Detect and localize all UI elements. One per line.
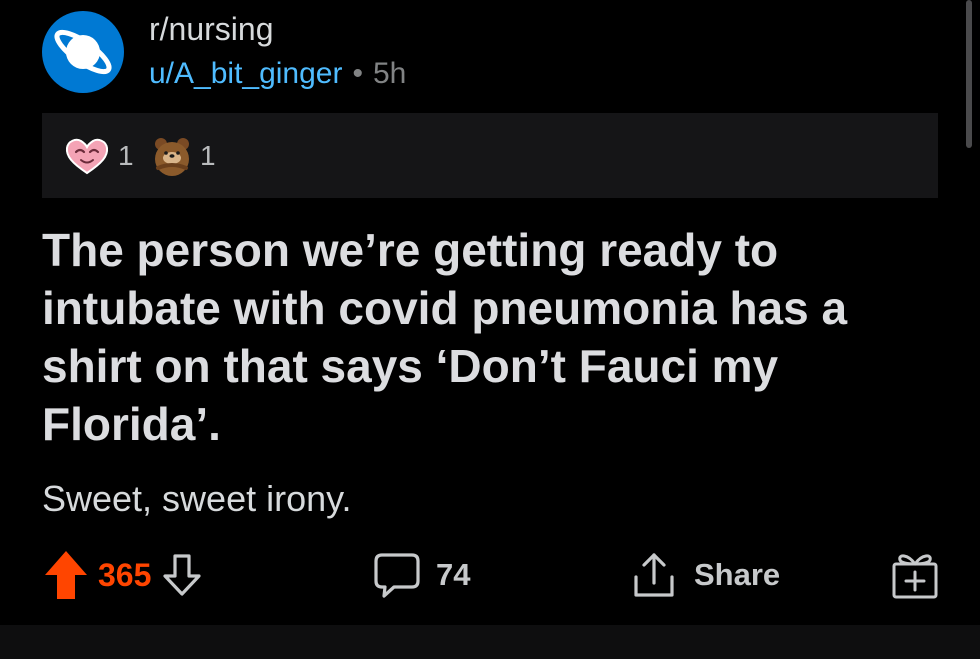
share-button[interactable]: Share (628, 545, 780, 605)
upvote-arrow-icon[interactable] (42, 548, 90, 602)
award-bear-hug[interactable]: 1 (152, 113, 216, 198)
share-icon (634, 553, 674, 597)
downvote-arrow-icon[interactable] (161, 552, 203, 598)
post-title[interactable]: The person we’re getting ready to intuba… (42, 221, 932, 453)
post-card: r/nursing u/A_bit_ginger • 5h 1 1 The pe… (0, 0, 980, 625)
comments-button[interactable]: 74 (372, 545, 470, 605)
comment-bubble-icon (374, 553, 420, 598)
subreddit-avatar[interactable] (42, 11, 124, 93)
vote-score: 365 (98, 556, 152, 593)
share-label: Share (694, 557, 781, 592)
bear-hug-award-icon (155, 137, 189, 176)
post-age: 5h (373, 57, 407, 90)
author-username[interactable]: u/A_bit_ginger (149, 57, 342, 90)
meta-separator: • (352, 57, 363, 90)
comment-count: 74 (436, 557, 471, 592)
award-count: 1 (200, 139, 216, 171)
award-count: 1 (118, 139, 134, 171)
subreddit-name[interactable]: r/nursing (149, 10, 274, 48)
vote-controls: 365 (42, 545, 203, 605)
gift-award-icon (892, 554, 938, 599)
award-heart-eyes[interactable]: 1 (64, 113, 134, 198)
post-body: Sweet, sweet irony. (42, 478, 352, 519)
give-award-button[interactable] (888, 545, 942, 605)
awards-bar[interactable]: 1 1 (42, 113, 938, 198)
post-meta: u/A_bit_ginger • 5h (149, 56, 406, 92)
bottom-divider (0, 625, 980, 659)
scrollbar[interactable] (966, 0, 972, 148)
heart-eyes-award-icon (65, 138, 109, 174)
reddit-planet-icon (54, 29, 112, 75)
